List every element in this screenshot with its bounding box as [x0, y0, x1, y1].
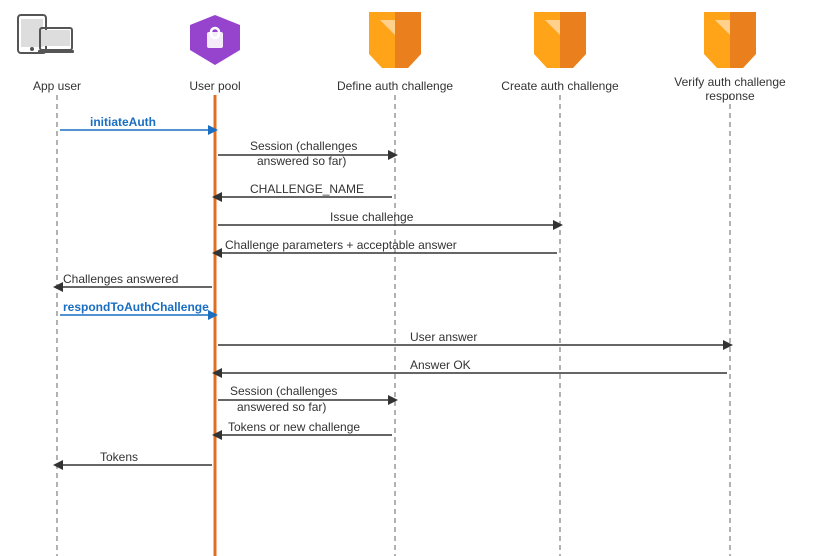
svg-text:answered so far): answered so far)	[237, 400, 326, 414]
svg-text:response: response	[705, 89, 755, 103]
svg-text:Answer OK: Answer OK	[410, 358, 471, 372]
svg-text:Define auth challenge: Define auth challenge	[337, 79, 453, 93]
svg-text:Create auth challenge: Create auth challenge	[501, 79, 619, 93]
svg-text:User answer: User answer	[410, 330, 477, 344]
svg-text:Challenges answered: Challenges answered	[63, 272, 178, 286]
svg-text:Verify auth challenge: Verify auth challenge	[674, 75, 786, 89]
svg-text:User pool: User pool	[189, 79, 240, 93]
svg-text:Session (challenges: Session (challenges	[250, 139, 357, 153]
svg-text:initiateAuth: initiateAuth	[90, 115, 156, 129]
svg-text:Session (challenges: Session (challenges	[230, 384, 337, 398]
svg-text:answered so far): answered so far)	[257, 154, 346, 168]
svg-text:respondToAuthChallenge: respondToAuthChallenge	[63, 300, 209, 314]
svg-text:CHALLENGE_NAME: CHALLENGE_NAME	[250, 182, 364, 196]
sequence-diagram: initiateAuth Session (challenges answere…	[0, 0, 837, 556]
svg-text:App user: App user	[33, 79, 81, 93]
svg-text:Challenge parameters + accepta: Challenge parameters + acceptable answer	[225, 238, 457, 252]
svg-text:Tokens or new challenge: Tokens or new challenge	[228, 420, 360, 434]
svg-text:Issue challenge: Issue challenge	[330, 210, 414, 224]
svg-text:Tokens: Tokens	[100, 450, 138, 464]
